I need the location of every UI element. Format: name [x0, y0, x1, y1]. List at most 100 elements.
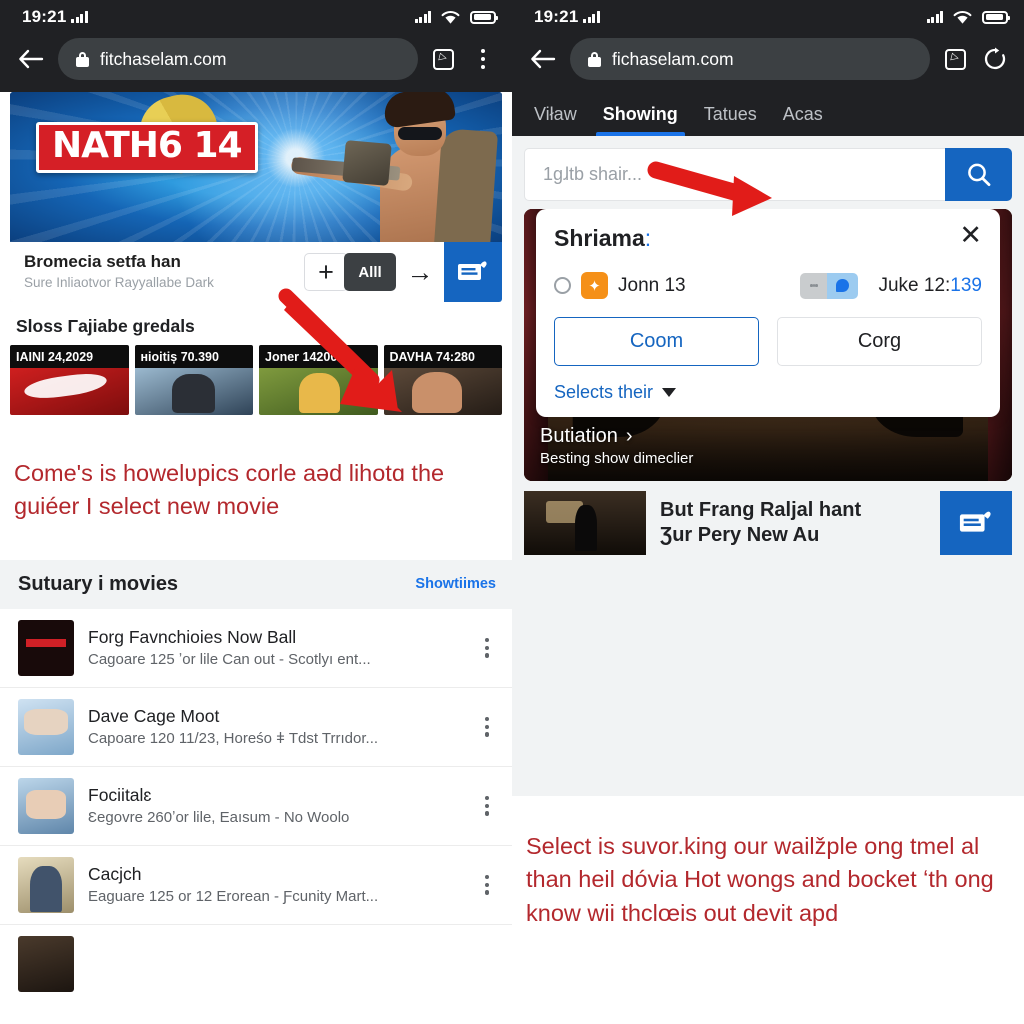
dialog-option-label: Jonn 13 — [618, 274, 686, 296]
note-hand-icon — [959, 511, 991, 532]
radio-button[interactable] — [554, 277, 571, 294]
right-url-bar[interactable]: fichaselam.com — [570, 38, 930, 80]
kebab-menu-icon[interactable] — [468, 44, 498, 74]
promo-row[interactable]: But Frang Raljal hant Ʒur Pery New Au — [524, 491, 1012, 555]
media-card[interactable]: Butiation › Besting show dimeclier Shria… — [524, 209, 1012, 481]
list-item[interactable]: Dave Cage Moot Capoare 120 11/23, Horeśo… — [0, 688, 512, 767]
hero-character-graphic — [258, 92, 502, 242]
back-arrow-icon[interactable] — [526, 42, 560, 76]
shield-icon — [827, 272, 859, 299]
list-item[interactable]: Fociitalɛ Ɛegovre 260ʼor lile, Eaısum - … — [0, 767, 512, 846]
row-kebab-menu-icon[interactable] — [476, 795, 498, 816]
showtimes-link[interactable]: Showtiimes — [415, 576, 496, 592]
add-button[interactable]: + — [304, 253, 348, 291]
cellular-icon — [414, 11, 431, 23]
dialog-buttons: Coom Corg — [554, 317, 982, 366]
note-hand-button[interactable] — [444, 242, 502, 302]
thumbnail-item[interactable]: ʜiоіtiș 70.390 — [134, 345, 253, 415]
left-status-icons — [414, 10, 498, 25]
hero-subtitle: Sure Inliaotvor Rayyallabe Dark — [24, 275, 214, 290]
movies-list-header: Sutuary i movies Showtiimes — [0, 559, 512, 609]
row-kebab-menu-icon[interactable] — [476, 716, 498, 737]
chevron-right-icon: › — [625, 425, 633, 447]
tab-switcher-icon[interactable]: ▷ — [940, 44, 970, 74]
movies-list-title: Sutuary i movies — [18, 572, 179, 595]
movie-subtitle: Eaguare 125 or 12 Erorean - Ƒcunity Mart… — [88, 888, 379, 906]
thumbnail-item[interactable]: IAINI 24,2029 — [10, 345, 129, 415]
lock-icon — [588, 51, 601, 67]
left-browser-chrome: 19:21 fitchaselam.com ▷ — [0, 0, 512, 92]
left-phone-panel: 19:21 fitchaselam.com ▷ NATH6 14 Bromeci… — [0, 0, 512, 1024]
reload-icon[interactable] — [980, 44, 1010, 74]
media-caption-sub: Besting show dimeclier — [540, 450, 694, 467]
movie-poster — [18, 698, 74, 755]
movie-texts: Cacjch Eaguare 125 or 12 Erorean - Ƒcuni… — [88, 864, 462, 905]
wifi-icon — [441, 10, 460, 24]
tab-acas[interactable]: Acas — [770, 104, 836, 136]
dialog-footer[interactable]: Selects their — [554, 382, 982, 403]
movie-poster — [18, 777, 74, 834]
movie-subtitle: Cagoare 125 ʼor lile Can out - Scotlyı e… — [88, 651, 371, 669]
movies-list-card: Sutuary i movies Showtiimes Forg Favnchi… — [0, 559, 512, 992]
dialog-option-left[interactable]: ✦ Jonn 13 — [554, 272, 686, 299]
hero-title-badge: NATH6 14 — [36, 122, 258, 174]
right-status-clock: 19:21 — [534, 7, 600, 27]
back-arrow-icon[interactable] — [14, 42, 48, 76]
promo-text: But Frang Raljal hant Ʒur Pery New Au — [646, 491, 940, 555]
media-caption-title: Butiation — [540, 425, 618, 447]
left-url-bar[interactable]: fitchaselam.com — [58, 38, 418, 80]
promo-thumbnail — [524, 491, 646, 555]
close-icon[interactable]: ✕ — [959, 222, 982, 249]
movie-texts: Forg Favnchioies Now Ball Cagoare 125 ʼo… — [88, 627, 462, 668]
showtime-dialog: Shriama: ✕ ✦ Jonn 13 Juke 12:139 Coom Co… — [536, 209, 1000, 417]
dialog-option-right[interactable]: Juke 12:139 — [800, 272, 982, 299]
coom-button[interactable]: Coom — [554, 317, 759, 366]
forward-arrow-icon[interactable]: → — [396, 257, 444, 288]
row-kebab-menu-icon[interactable] — [476, 637, 498, 658]
search-button[interactable] — [945, 148, 1012, 201]
right-url-text: fichaselam.com — [612, 48, 734, 69]
right-status-bar: 19:21 — [512, 0, 1024, 30]
search-input[interactable]: 1gɺtb shair... — [524, 148, 945, 201]
thumbnail-item[interactable]: Joner 142000 — [259, 345, 378, 415]
battery-icon — [470, 10, 498, 24]
list-item[interactable]: Cacjch Eaguare 125 or 12 Erorean - Ƒcuni… — [0, 846, 512, 925]
corg-button[interactable]: Corg — [777, 317, 982, 366]
thumbnail-caption: Joner 142000 — [259, 345, 378, 368]
movie-title: Cacjch — [88, 864, 142, 885]
left-clock-text: 19:21 — [22, 7, 67, 26]
thumbnail-item[interactable]: DAVHA 74:280 — [383, 345, 502, 415]
cellular-icon — [926, 11, 943, 23]
hero-meta: Bromecia setfa han Sure Inliaotvor Rayya… — [10, 242, 502, 302]
site-tab-strip: Viław Showing Tatues Acas — [512, 92, 1024, 136]
thumbnail-art — [259, 368, 378, 415]
all-button[interactable]: Alll — [344, 253, 396, 291]
dialog-options-row: ✦ Jonn 13 Juke 12:139 — [554, 272, 982, 299]
left-omnibox-row: fitchaselam.com ▷ — [0, 30, 512, 92]
list-item[interactable]: Forg Favnchioies Now Ball Cagoare 125 ʼo… — [0, 609, 512, 688]
tab-switcher-icon[interactable]: ▷ — [428, 44, 458, 74]
section-title: Sloss Γajiabe gredals — [16, 316, 195, 336]
dialog-footer-link: Selects their — [554, 382, 654, 402]
tab-view[interactable]: Viław — [530, 104, 590, 136]
tab-tatues[interactable]: Tatues — [691, 104, 770, 136]
right-omnibox-row: fichaselam.com ▷ — [512, 30, 1024, 92]
dialog-title: Shriama: — [554, 225, 651, 252]
media-caption: Butiation › Besting show dimeclier — [540, 425, 693, 467]
movie-poster — [18, 856, 74, 913]
wifi-icon — [953, 10, 972, 24]
right-browser-chrome: 19:21 fichaselam.com ▷ Viław Showing Tat… — [512, 0, 1024, 136]
row-kebab-menu-icon[interactable] — [476, 874, 498, 895]
dialog-title-text: Shriama — [554, 225, 645, 251]
movie-title: Forg Favnchioies Now Ball — [88, 627, 297, 648]
thumbnail-caption: IAINI 24,2029 — [10, 345, 129, 368]
toggle-pill[interactable] — [800, 272, 859, 299]
left-status-clock: 19:21 — [22, 7, 88, 27]
right-phone-panel: 19:21 fichaselam.com ▷ Viław Showing Tat… — [512, 0, 1024, 1024]
promo-button[interactable] — [940, 491, 1012, 555]
tab-showing[interactable]: Showing — [590, 104, 691, 136]
hero-card[interactable]: NATH6 14 Bromecia setfa han Sure Inliaot… — [10, 92, 502, 302]
thumbnail-caption: ʜiоіtiș 70.390 — [134, 345, 253, 368]
list-item[interactable] — [0, 925, 512, 992]
left-url-text: fitchaselam.com — [100, 48, 227, 69]
